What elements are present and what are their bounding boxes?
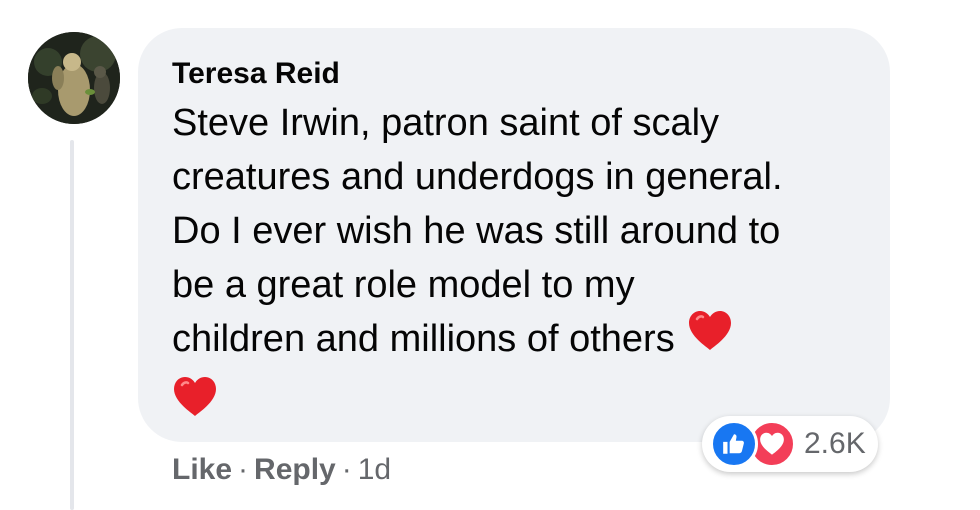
comment-text-line: Steve Irwin, patron saint of scaly [172, 102, 720, 144]
reaction-count: 2.6K [804, 427, 866, 460]
reactions-summary[interactable]: 2.6K [702, 416, 878, 472]
comment-text-line: be a great role model to my [172, 264, 635, 306]
comment-text: Steve Irwin, patron saint of scaly creat… [172, 96, 856, 435]
like-icon [710, 420, 758, 468]
red-heart-emoji-icon [687, 310, 733, 367]
comment-text-line-last: children and millions of others [172, 310, 856, 369]
separator-dot: · [341, 453, 352, 486]
comment-text-line: Do I ever wish he was still around to [172, 210, 781, 252]
thread-line [70, 140, 74, 510]
reply-button[interactable]: Reply [254, 453, 336, 486]
comment-author[interactable]: Teresa Reid [172, 54, 856, 94]
avatar[interactable] [28, 32, 120, 124]
like-button[interactable]: Like [172, 453, 232, 486]
comment-bubble: Teresa Reid Steve Irwin, patron saint of… [138, 28, 890, 442]
comment-text-line: children and millions of others [172, 318, 675, 360]
separator-dot: · [238, 453, 249, 486]
comment-timestamp[interactable]: 1d [358, 453, 391, 486]
red-heart-emoji-icon [172, 376, 218, 433]
comment-actions: Like · Reply · 1d [172, 450, 391, 490]
comment-text-line: creatures and underdogs in general. [172, 156, 783, 198]
